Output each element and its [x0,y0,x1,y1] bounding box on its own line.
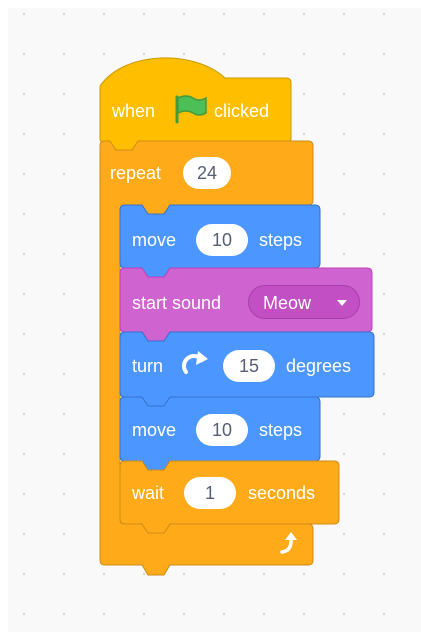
wait-label: wait [132,483,165,503]
move-2-steps-input[interactable]: 10 [196,414,248,446]
caret-down-icon [337,300,347,306]
turn-unit-label: degrees [286,356,352,376]
move-1-label: move [132,230,177,250]
move-1-unit-label: steps [259,230,303,250]
hat-when-label: when [112,101,156,121]
move-2-unit-label: steps [259,420,303,440]
sound-dropdown[interactable]: Meow [248,285,360,319]
script-stack[interactable]: when clicked repeat 24 move 10 steps sta… [0,0,421,632]
sound-label: start sound [132,293,222,313]
hat-clicked-label: clicked [214,101,270,121]
move-2-label: move [132,420,177,440]
move-1-steps-input[interactable]: 10 [196,224,248,256]
wait-unit-label: seconds [248,483,316,503]
repeat-label: repeat [110,163,162,183]
wait-seconds-input[interactable]: 1 [184,477,236,509]
turn-degrees-input[interactable]: 15 [223,350,275,382]
turn-label: turn [132,356,164,376]
repeat-count-input[interactable]: 24 [183,157,231,189]
sound-dropdown-value: Meow [263,293,312,313]
